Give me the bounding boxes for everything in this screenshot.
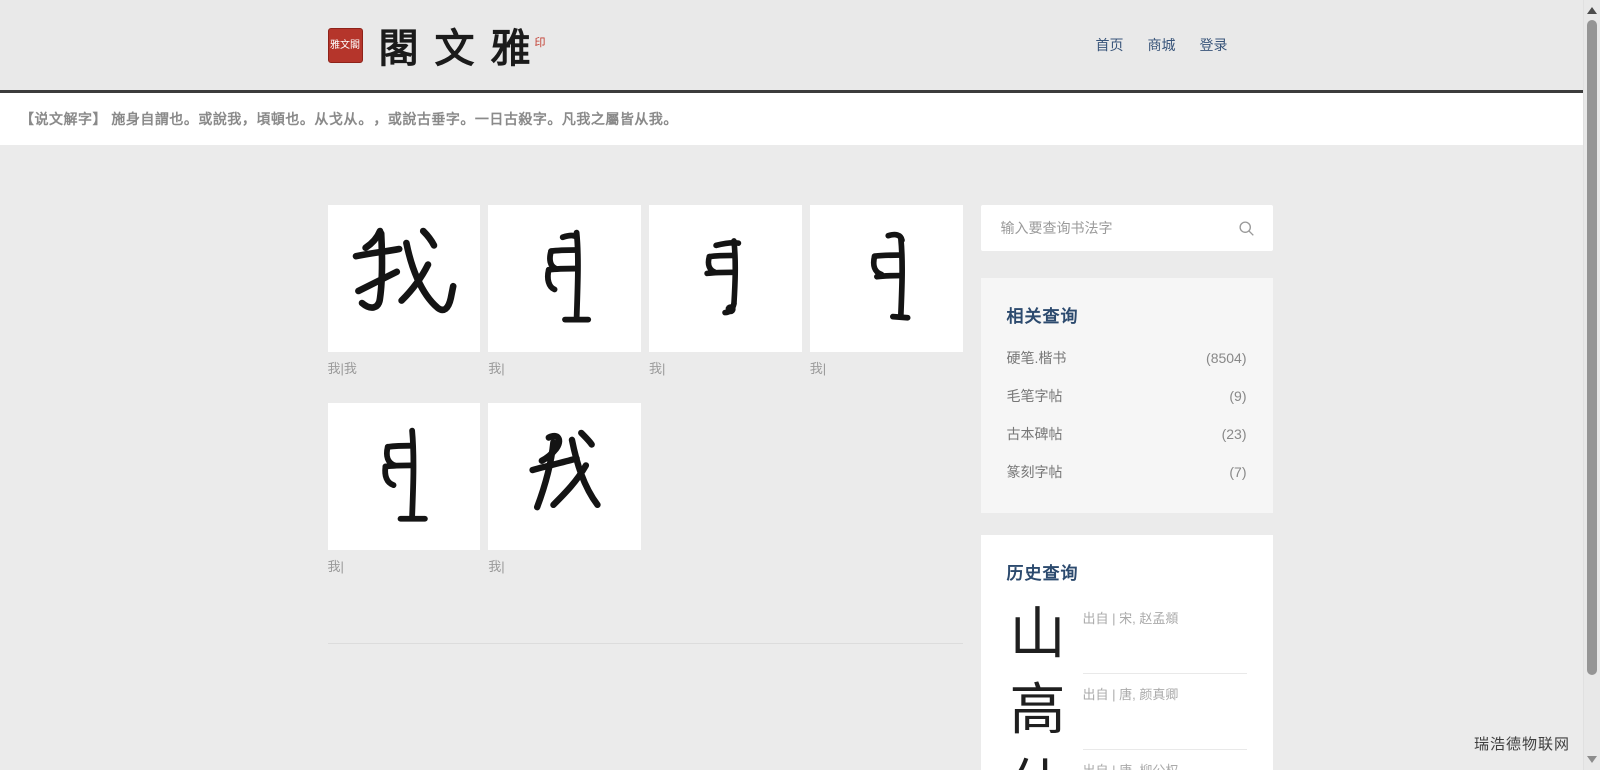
main-nav: 首页 商城 登录 <box>1096 35 1273 55</box>
scrollbar-up-arrow-icon[interactable] <box>1587 7 1597 14</box>
calligraphy-grid: 我|我 我| <box>328 205 963 601</box>
result-caption: 我| <box>810 358 963 377</box>
ancient-wo-1-icon <box>507 221 623 337</box>
result-caption: 我|我 <box>328 358 481 377</box>
history-character: 山 <box>1007 598 1069 674</box>
result-caption: 我| <box>488 358 641 377</box>
scrollbar-thumb[interactable] <box>1587 20 1597 675</box>
calligraphy-image-tile[interactable] <box>649 205 802 352</box>
related-query-item[interactable]: 硬笔.楷书 (8504) <box>1007 339 1247 377</box>
history-source: 出自 | 唐, 颜真卿 <box>1083 684 1247 703</box>
history-character: 高 <box>1007 674 1069 750</box>
search-box[interactable] <box>981 205 1273 251</box>
calligraphy-result-5[interactable]: 我| <box>328 403 481 575</box>
related-query-label: 毛笔字帖 <box>1007 386 1063 406</box>
result-caption: 我| <box>488 556 641 575</box>
search-input[interactable] <box>1001 220 1238 236</box>
history-character: 仙 <box>1007 750 1069 770</box>
related-query-label: 古本碑帖 <box>1007 424 1063 444</box>
related-queries-list: 硬笔.楷书 (8504) 毛笔字帖 (9) 古本碑帖 (23) 篆刻字帖 (7) <box>1007 339 1247 491</box>
related-queries-title: 相关查询 <box>1007 302 1247 327</box>
ancient-wo-2-icon <box>669 223 781 335</box>
related-query-item[interactable]: 毛笔字帖 (9) <box>1007 377 1247 415</box>
cursive-wo-icon <box>507 419 623 535</box>
ancient-wo-4-icon <box>346 419 462 535</box>
vertical-scrollbar[interactable] <box>1583 0 1600 770</box>
calligraphy-image-tile[interactable] <box>488 205 641 352</box>
history-queries-title: 历史查询 <box>1007 559 1247 584</box>
seal-stamp-icon: 雅文閣 <box>328 28 363 63</box>
shuowen-definition-text: 【说文解字】 施身自謂也。或說我，頃頓也。从戈从𠄒。𠄒，或說古垂字。一日古殺字。… <box>20 109 678 129</box>
calligraphy-result-3[interactable]: 我| <box>649 205 802 377</box>
nav-item-mall[interactable]: 商城 <box>1148 35 1176 55</box>
nav-item-home[interactable]: 首页 <box>1096 35 1124 55</box>
calligraphy-result-4[interactable]: 我| <box>810 205 963 377</box>
search-icon[interactable] <box>1238 220 1255 237</box>
site-header: 雅文閣 閣文雅印 首页 商城 登录 <box>0 0 1600 93</box>
page-content: 我|我 我| <box>328 205 1273 770</box>
site-title: 閣文雅印 <box>379 16 558 74</box>
results-area: 我|我 我| <box>328 205 963 644</box>
history-queries-card: 历史查询 山 出自 | 宋, 赵孟頫 高 出自 | 唐, 颜真卿 仙 <box>981 535 1273 770</box>
sidebar: 相关查询 硬笔.楷书 (8504) 毛笔字帖 (9) 古本碑帖 (23) 篆刻字… <box>981 205 1273 770</box>
related-query-label: 篆刻字帖 <box>1007 462 1063 482</box>
history-source: 出自 | 宋, 赵孟頫 <box>1083 608 1247 627</box>
shuowen-definition-bar: 【说文解字】 施身自謂也。或說我，頃頓也。从戈从𠄒。𠄒，或說古垂字。一日古殺字。… <box>0 93 1600 145</box>
related-query-label: 硬笔.楷书 <box>1007 348 1067 368</box>
nav-item-login[interactable]: 登录 <box>1200 35 1228 55</box>
history-query-item[interactable]: 仙 出自 | 唐, 柳公权 <box>1007 750 1247 770</box>
results-divider <box>328 643 963 644</box>
calligraphy-image-tile[interactable] <box>328 403 481 550</box>
result-caption: 我| <box>649 358 802 377</box>
red-stamp-mark: 印 <box>535 37 546 49</box>
calligraphy-image-tile[interactable] <box>810 205 963 352</box>
related-query-count: (9) <box>1229 388 1246 404</box>
history-query-item[interactable]: 高 出自 | 唐, 颜真卿 <box>1007 674 1247 750</box>
kaishu-wo-icon <box>344 219 464 339</box>
related-query-item[interactable]: 篆刻字帖 (7) <box>1007 453 1247 491</box>
calligraphy-result-1[interactable]: 我|我 <box>328 205 481 377</box>
scrollbar-down-arrow-icon[interactable] <box>1587 756 1597 763</box>
result-caption: 我| <box>328 556 481 575</box>
history-queries-list: 山 出自 | 宋, 赵孟頫 高 出自 | 唐, 颜真卿 仙 出自 | 唐, 柳公… <box>1007 598 1247 770</box>
history-source: 出自 | 唐, 柳公权 <box>1083 760 1247 770</box>
related-query-count: (8504) <box>1206 350 1246 366</box>
related-query-item[interactable]: 古本碑帖 (23) <box>1007 415 1247 453</box>
calligraphy-image-tile[interactable] <box>488 403 641 550</box>
calligraphy-image-tile[interactable] <box>328 205 481 352</box>
ancient-wo-3-icon <box>829 222 943 336</box>
related-query-count: (7) <box>1229 464 1246 480</box>
calligraphy-result-2[interactable]: 我| <box>488 205 641 377</box>
related-query-count: (23) <box>1222 426 1247 442</box>
calligraphy-result-6[interactable]: 我| <box>488 403 641 575</box>
vendor-watermark: 瑞浩德物联网 <box>1474 733 1570 754</box>
site-logo[interactable]: 雅文閣 閣文雅印 <box>328 16 558 74</box>
history-query-item[interactable]: 山 出自 | 宋, 赵孟頫 <box>1007 598 1247 674</box>
related-queries-card: 相关查询 硬笔.楷书 (8504) 毛笔字帖 (9) 古本碑帖 (23) 篆刻字… <box>981 278 1273 513</box>
